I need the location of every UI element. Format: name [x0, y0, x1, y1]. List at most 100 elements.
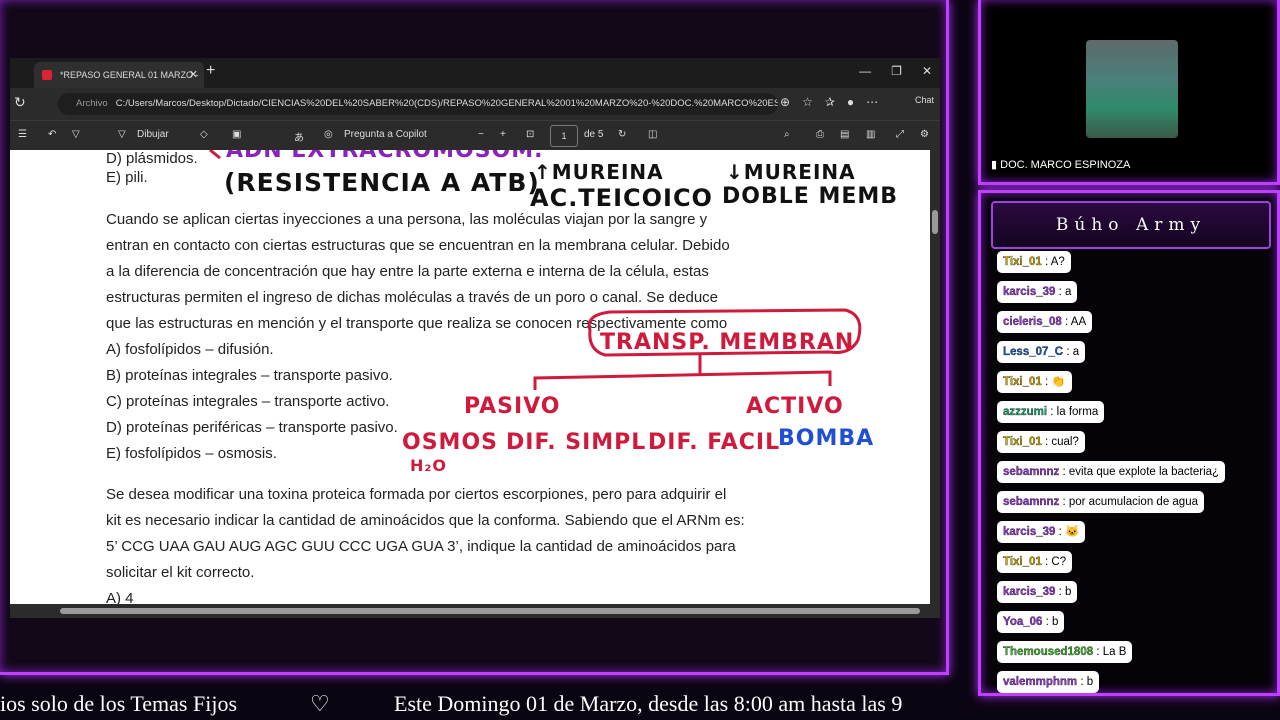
draw-button[interactable]: Dibujar: [137, 129, 169, 140]
vertical-scroll-thumb[interactable]: [932, 210, 938, 234]
chat-username[interactable]: Yoa_06: [1003, 616, 1043, 628]
chat-username[interactable]: Tixi_01: [1003, 436, 1042, 448]
new-tab-icon[interactable]: +: [206, 62, 215, 80]
note-mureina-up: ↑MUREINA: [534, 160, 664, 184]
chat-username[interactable]: Tixi_01: [1003, 256, 1042, 268]
copilot-chat-button[interactable]: Chat: [915, 95, 934, 105]
zoom-in-icon[interactable]: +: [500, 129, 506, 140]
presenter-name: ▮ DOC. MARCO ESPINOZA: [991, 159, 1131, 171]
chat-text: : A?: [1045, 256, 1065, 268]
tab-bar: *REPASO GENERAL 01 MARZO - D ✕ + — ❐ ✕: [10, 58, 940, 106]
zoom-out-icon[interactable]: −: [478, 129, 484, 140]
webcam-frame: ▮ DOC. MARCO ESPINOZA: [978, 0, 1280, 185]
chat-message: karcis_39 : 🐱: [997, 519, 1273, 549]
chat-username[interactable]: Themoused1808: [1003, 646, 1093, 658]
fullscreen-icon[interactable]: ⤢: [896, 129, 904, 140]
url-field[interactable]: Archivo C:/Users/Marcos/Desktop/Dictado/C…: [58, 93, 778, 115]
minimize-icon[interactable]: —: [859, 64, 871, 78]
page-number-input[interactable]: 1: [550, 125, 578, 147]
chat-username[interactable]: karcis_39: [1003, 286, 1056, 298]
restore-icon[interactable]: ❐: [891, 64, 902, 78]
vertical-scrollbar[interactable]: [930, 150, 940, 604]
profile-avatar-icon[interactable]: ●: [847, 95, 854, 109]
highlight-icon[interactable]: ▽: [72, 129, 80, 140]
chat-bubble: cieleris_08 : AA: [997, 311, 1093, 333]
horizontal-scroll-thumb[interactable]: [60, 608, 920, 614]
address-label: Archivo: [76, 98, 108, 109]
chat-message: valemmphnm : b: [997, 669, 1273, 699]
tab-pdf[interactable]: *REPASO GENERAL 01 MARZO - D ✕: [34, 62, 204, 106]
chat-message: cieleris_08 : AA: [997, 309, 1273, 339]
copilot-button[interactable]: Pregunta a Copilot: [344, 129, 427, 140]
chat-message: sebamnnz : evita que explote la bacteria…: [997, 459, 1273, 489]
rotate-icon[interactable]: ↻: [618, 129, 626, 140]
chat-bubble: sebamnnz : evita que explote la bacteria…: [997, 461, 1226, 483]
zoom-icon[interactable]: ⊕: [780, 95, 790, 109]
note-mureina-down: ↓MUREINA: [726, 160, 856, 184]
pdf-toolbar: ☰ ↶ ▽ ▽ Dibujar ◇ ▣ あ ◎ Pregunta a Copil…: [10, 120, 940, 151]
chat-username[interactable]: Less_07_C: [1003, 346, 1063, 358]
chat-bubble: Tixi_01 : C?: [997, 551, 1073, 573]
chat-username[interactable]: valemmphnm: [1003, 676, 1077, 688]
chat-text: : 👏: [1045, 376, 1066, 388]
url-text: C:/Users/Marcos/Desktop/Dictado/CIENCIAS…: [115, 98, 778, 109]
note-osmos: OSMOS: [402, 430, 498, 455]
signal-bars-icon: ▮: [991, 159, 998, 171]
page-view-icon[interactable]: ◫: [648, 129, 657, 140]
chat-message: Tixi_01 : cual?: [997, 429, 1273, 459]
chat-bubble: Tixi_01 : cual?: [997, 431, 1085, 453]
annotation-strokes: [209, 150, 862, 390]
close-window-icon[interactable]: ✕: [922, 64, 932, 78]
note-dif-facil: DIF. FACIL: [648, 430, 781, 455]
chat-bubble: Tixi_01 : A?: [997, 251, 1071, 273]
note-doble-memb: DOBLE MEMB: [722, 184, 899, 209]
settings-icon[interactable]: ⚙: [920, 129, 929, 140]
chat-bubble: Less_07_C : a: [997, 341, 1086, 363]
horizontal-scrollbar[interactable]: [10, 604, 940, 618]
chat-message: Tixi_01 : 👏: [997, 369, 1273, 399]
save-as-icon[interactable]: ▥: [866, 129, 875, 140]
contents-icon[interactable]: ☰: [18, 129, 27, 140]
chat-username[interactable]: sebamnnz: [1003, 466, 1060, 478]
chat-panel: Búho Army Tixi_01 : A? karcis_39 : a ciele…: [978, 190, 1280, 696]
chat-message: azzzumi : la forma: [997, 399, 1273, 429]
chat-text: : la forma: [1050, 406, 1099, 418]
chat-username[interactable]: sebamnnz: [1003, 496, 1060, 508]
note-resistencia: (RESISTENCIA A ATB): [224, 168, 540, 197]
webcam-video: [1086, 40, 1178, 138]
read-aloud-icon[interactable]: あ: [294, 129, 304, 144]
chat-username[interactable]: Tixi_01: [1003, 556, 1042, 568]
ticker-text: Este Domingo 01 de Marzo, desde las 8:00…: [394, 691, 903, 716]
search-icon[interactable]: ⌕: [784, 129, 790, 140]
close-tab-icon[interactable]: ✕: [189, 62, 198, 88]
favorites-icon[interactable]: ✰: [825, 95, 835, 109]
undo-icon[interactable]: ↶: [48, 129, 56, 140]
chat-text: : a: [1058, 286, 1072, 298]
more-menu-icon[interactable]: ⋯: [866, 95, 878, 109]
draw-icon[interactable]: ▽: [118, 129, 126, 140]
chat-bubble: azzzumi : la forma: [997, 401, 1105, 423]
page-total: de 5: [584, 129, 604, 140]
chat-message: Yoa_06 : b: [997, 609, 1273, 639]
chat-text: : b: [1045, 616, 1059, 628]
chat-message: Tixi_01 : C?: [997, 549, 1273, 579]
chat-text: : cual?: [1045, 436, 1079, 448]
text-box-icon[interactable]: ▣: [232, 129, 241, 140]
chat-text: : C?: [1045, 556, 1067, 568]
chat-username[interactable]: azzzumi: [1003, 406, 1047, 418]
print-icon[interactable]: ⎙: [816, 129, 824, 140]
screen-share-frame: *REPASO GENERAL 01 MARZO - D ✕ + — ❐ ✕ ↻…: [0, 0, 949, 675]
save-icon[interactable]: ▤: [840, 129, 849, 140]
note-adn-extracromosom: ADN EXTRACROMOSOM.: [226, 150, 544, 163]
copilot-icon[interactable]: ◎: [324, 129, 333, 140]
chat-username[interactable]: Tixi_01: [1003, 376, 1042, 388]
favorite-star-icon[interactable]: ☆: [802, 95, 813, 109]
chat-username[interactable]: cieleris_08: [1003, 316, 1062, 328]
note-pasivo: PASIVO: [464, 394, 561, 419]
eraser-icon[interactable]: ◇: [200, 129, 208, 140]
chat-text: : a: [1066, 346, 1080, 358]
chat-username[interactable]: karcis_39: [1003, 526, 1056, 538]
fit-page-icon[interactable]: ⊡: [526, 129, 534, 140]
refresh-icon[interactable]: ↻: [14, 94, 26, 111]
chat-username[interactable]: karcis_39: [1003, 586, 1056, 598]
